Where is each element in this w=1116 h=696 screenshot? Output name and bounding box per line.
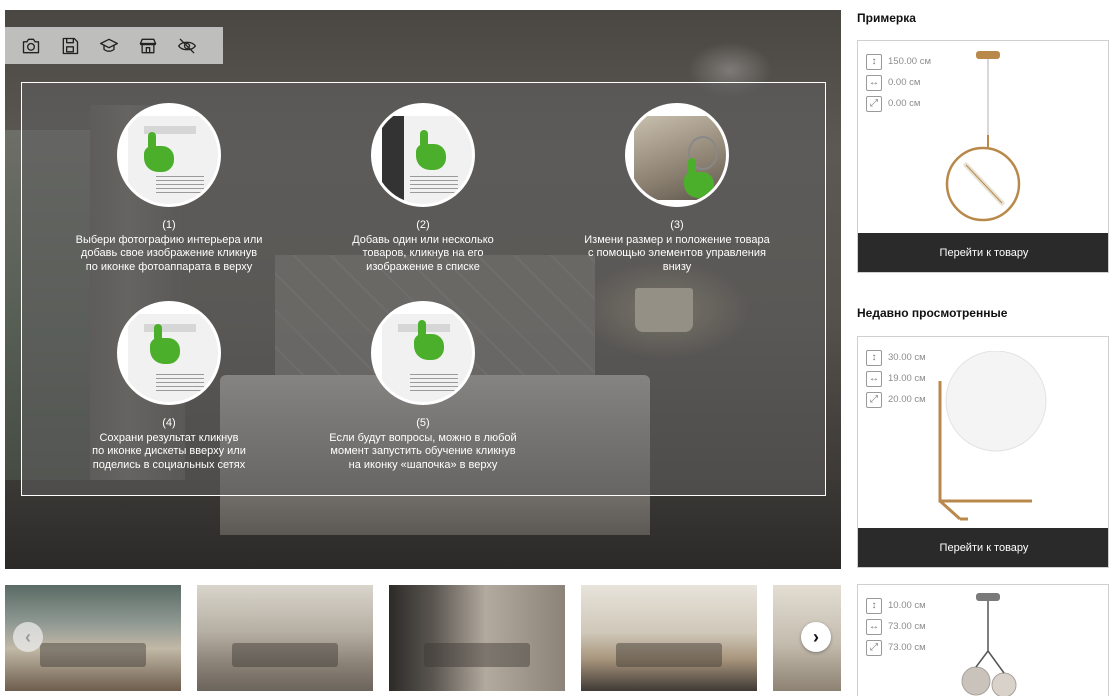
product-dimensions: ↕ 30.00 см ↔ 19.00 см ⤢ 20.00 см — [866, 347, 926, 410]
dimension-value: 19.00 см — [888, 373, 926, 384]
dimension-depth: ⤢ 20.00 см — [866, 389, 926, 410]
step-illustration-text — [410, 176, 458, 194]
width-icon: ↔ — [866, 370, 882, 387]
depth-icon: ⤢ — [866, 639, 882, 656]
depth-icon: ⤢ — [866, 391, 882, 408]
product-card[interactable]: ↕ 150.00 см ↔ 0.00 см ⤢ 0.00 см Перейти к т… — [857, 40, 1109, 273]
cluster-pendant-lamp-image — [958, 589, 1038, 696]
dimension-value: 73.00 см — [888, 621, 926, 632]
dimension-value: 20.00 см — [888, 394, 926, 405]
dimension-value: 10.00 см — [888, 600, 926, 611]
dimension-value: 0.00 см — [888, 77, 921, 88]
thumbnail-detail — [40, 643, 146, 667]
editor-toolbar — [5, 27, 223, 64]
product-card[interactable]: ↕ 30.00 см ↔ 19.00 см ⤢ 20.00 см Перейти к … — [857, 336, 1109, 568]
carousel-next-button[interactable]: › — [801, 622, 831, 652]
dimension-value: 0.00 см — [888, 98, 921, 109]
step-description: Выбери фотографию интерьера или добавь с… — [75, 233, 263, 273]
thumbnail-detail — [232, 643, 338, 667]
product-dimensions: ↕ 10.00 см ↔ 73.00 см ⤢ 73.00 см — [866, 595, 926, 658]
tutorial-step: (2) Добавь один или несколько товаров, к… — [318, 103, 528, 274]
dimension-value: 150.00 см — [888, 56, 931, 67]
width-icon: ↔ — [866, 618, 882, 635]
step-illustration — [371, 103, 475, 207]
globe-table-lamp-image — [928, 350, 1058, 525]
dimension-depth: ⤢ 0.00 см — [866, 93, 931, 114]
step-description: Добавь один или несколько товаров, кликн… — [352, 233, 494, 273]
carousel-prev-button[interactable]: ‹ — [13, 622, 43, 652]
camera-icon[interactable] — [20, 35, 42, 57]
thumbnail-detail — [424, 643, 530, 667]
tutorial-step: (3) Измени размер и положение товара с п… — [572, 103, 782, 274]
step-description: Сохрани результат кликнув по иконке диск… — [92, 431, 246, 471]
dimension-depth: ⤢ 73.00 см — [866, 637, 926, 658]
step-illustration — [625, 103, 729, 207]
pointer-hand-icon — [416, 130, 446, 170]
pointer-hand-icon — [684, 158, 714, 198]
product-dimensions: ↕ 150.00 см ↔ 0.00 см ⤢ 0.00 см — [866, 51, 931, 114]
step-description: Измени размер и положение товара с помощ… — [584, 233, 770, 273]
hide-icon[interactable] — [176, 35, 198, 57]
product-card[interactable]: ↕ 10.00 см ↔ 73.00 см ⤢ 73.00 см — [857, 584, 1109, 696]
go-to-product-button[interactable]: Перейти к товару — [858, 233, 1108, 272]
width-icon: ↔ — [866, 74, 882, 91]
height-icon: ↕ — [866, 597, 882, 614]
dimension-value: 30.00 см — [888, 352, 926, 363]
step-number: (5) — [416, 417, 430, 429]
tutorial-step: (4) Сохрани результат кликнув по иконке … — [64, 301, 274, 472]
thumbnail-detail — [616, 643, 722, 667]
step-illustration-text — [410, 374, 458, 392]
interior-thumbnail[interactable] — [389, 585, 565, 691]
tutorial-step: (1) Выбери фотографию интерьера или доба… — [64, 103, 274, 274]
interior-thumbnail[interactable] — [197, 585, 373, 691]
step-description: Если будут вопросы, можно в любой момент… — [329, 431, 517, 471]
step-number: (4) — [162, 417, 176, 429]
tutorial-step: (5) Если будут вопросы, можно в любой мо… — [318, 301, 528, 472]
store-icon[interactable] — [137, 35, 159, 57]
step-illustration-toolbar — [144, 324, 196, 332]
depth-icon: ⤢ — [866, 95, 882, 112]
interior-carousel: ‹ › — [5, 585, 841, 691]
step-illustration-text — [156, 374, 204, 392]
step-number: (2) — [416, 219, 430, 231]
step-illustration — [117, 301, 221, 405]
dimension-value: 73.00 см — [888, 642, 926, 653]
ring-pendant-lamp-image — [938, 47, 1038, 233]
room-canvas[interactable]: (1) Выбери фотографию интерьера или доба… — [5, 10, 841, 569]
step-number: (1) — [162, 219, 176, 231]
dimension-width: ↔ 0.00 см — [866, 72, 931, 93]
pointer-hand-icon — [150, 324, 180, 364]
recently-viewed-title: Недавно просмотренные — [857, 306, 1008, 320]
step-illustration-panel — [382, 116, 404, 204]
step-number: (3) — [670, 219, 684, 231]
height-icon: ↕ — [866, 349, 882, 366]
step-illustration — [371, 301, 475, 405]
dimension-width: ↔ 73.00 см — [866, 616, 926, 637]
tutorial-overlay[interactable]: (1) Выбери фотографию интерьера или доба… — [21, 82, 826, 496]
pointer-hand-icon — [414, 320, 444, 360]
interior-thumbnail[interactable] — [581, 585, 757, 691]
product-sidebar: Примерка ↕ 150.00 см ↔ 0.00 см ⤢ 0.00 см Пе… — [857, 0, 1109, 696]
fitting-title: Примерка — [857, 11, 916, 25]
step-illustration-text — [156, 176, 204, 194]
dimension-height: ↕ 10.00 см — [866, 595, 926, 616]
save-icon[interactable] — [59, 35, 81, 57]
dimension-height: ↕ 150.00 см — [866, 51, 931, 72]
dimension-width: ↔ 19.00 см — [866, 368, 926, 389]
go-to-product-button[interactable]: Перейти к товару — [858, 528, 1108, 567]
step-illustration — [117, 103, 221, 207]
height-icon: ↕ — [866, 53, 882, 70]
pointer-hand-icon — [144, 132, 174, 172]
dimension-height: ↕ 30.00 см — [866, 347, 926, 368]
tutorial-cap-icon[interactable] — [98, 35, 120, 57]
